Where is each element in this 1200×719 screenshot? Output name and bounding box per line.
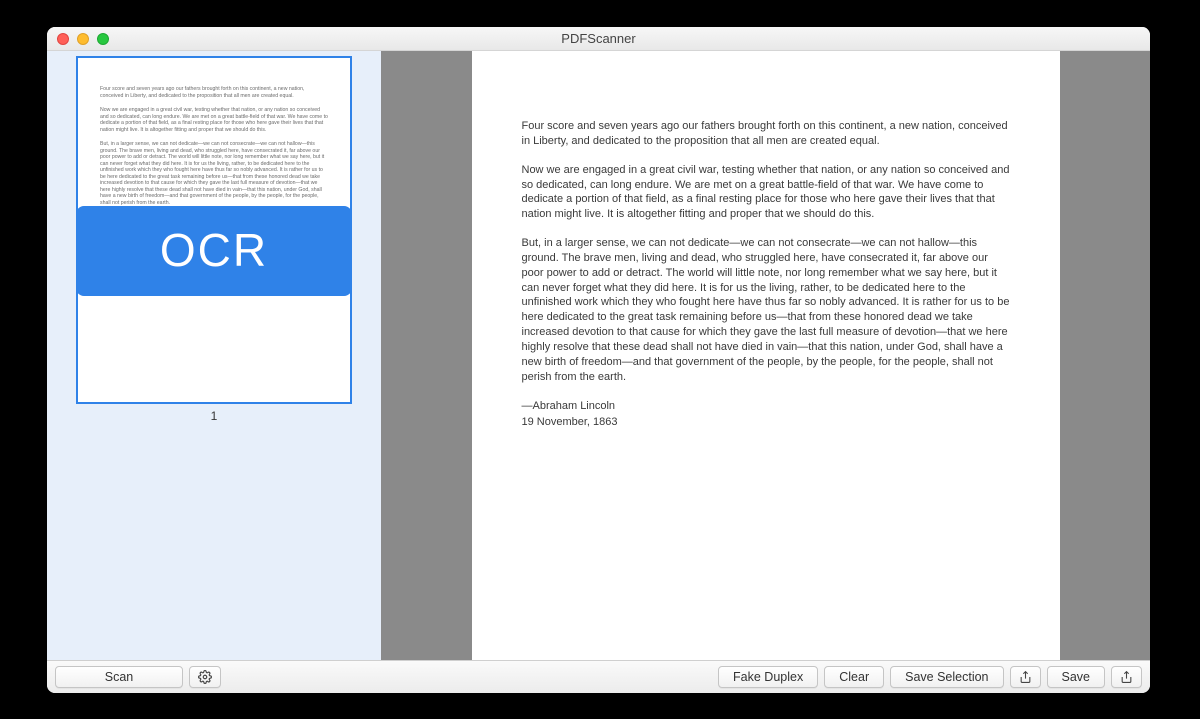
content-area: Four score and seven years ago our fathe…	[47, 51, 1150, 660]
thumb-paragraph: Four score and seven years ago our fathe…	[100, 86, 328, 99]
page-paragraph: Now we are engaged in a great civil war,…	[522, 163, 1010, 222]
share-icon	[1019, 670, 1032, 684]
fake-duplex-button[interactable]: Fake Duplex	[718, 666, 818, 688]
gear-icon	[198, 670, 212, 684]
minimize-window-button[interactable]	[77, 33, 89, 45]
bottom-toolbar: Scan Fake Duplex Clear Save Selection	[47, 660, 1150, 693]
document-page: Four score and seven years ago our fathe…	[472, 51, 1060, 660]
save-selection-button[interactable]: Save Selection	[890, 666, 1003, 688]
titlebar: PDFScanner	[47, 27, 1150, 51]
app-window: PDFScanner Four score and seven years ag…	[47, 27, 1150, 693]
maximize-window-button[interactable]	[97, 33, 109, 45]
thumbnail-sidebar: Four score and seven years ago our fathe…	[47, 51, 381, 660]
window-title: PDFScanner	[47, 31, 1150, 46]
close-window-button[interactable]	[57, 33, 69, 45]
page-paragraph: Four score and seven years ago our fathe…	[522, 119, 1010, 149]
clear-button[interactable]: Clear	[824, 666, 884, 688]
save-button[interactable]: Save	[1047, 666, 1106, 688]
thumbnail-page-number: 1	[211, 409, 218, 423]
page-signoff-date: 19 November, 1863	[522, 415, 1010, 430]
thumbnail-item[interactable]: Four score and seven years ago our fathe…	[57, 56, 371, 423]
thumb-paragraph: But, in a larger sense, we can not dedic…	[100, 141, 328, 206]
share-icon	[1120, 670, 1133, 684]
settings-button[interactable]	[189, 666, 221, 688]
share-button[interactable]	[1111, 666, 1142, 688]
thumb-paragraph: Now we are engaged in a great civil war,…	[100, 107, 328, 133]
document-preview-area[interactable]: Four score and seven years ago our fathe…	[381, 51, 1150, 660]
scan-button[interactable]: Scan	[55, 666, 183, 688]
ocr-overlay-badge: OCR	[76, 206, 352, 296]
window-controls	[57, 33, 109, 45]
share-selection-button[interactable]	[1010, 666, 1041, 688]
page-thumbnail[interactable]: Four score and seven years ago our fathe…	[76, 56, 352, 404]
page-paragraph: But, in a larger sense, we can not dedic…	[522, 236, 1010, 384]
page-signoff-author: —Abraham Lincoln	[522, 399, 1010, 414]
